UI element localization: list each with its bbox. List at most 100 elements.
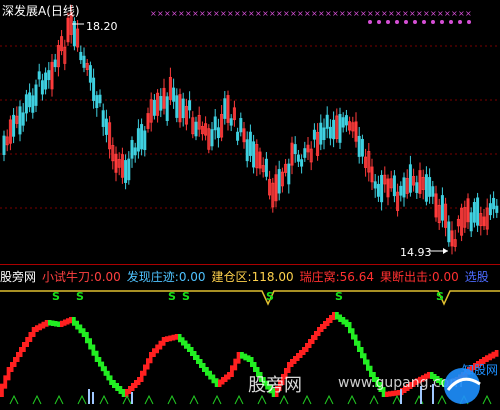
candle-body bbox=[229, 118, 233, 126]
indicator-step bbox=[214, 378, 219, 387]
candle-body bbox=[82, 55, 86, 68]
marker-x: × bbox=[325, 9, 332, 18]
indicator-step bbox=[152, 348, 156, 357]
indicator-step bbox=[115, 383, 119, 391]
marker-dot bbox=[422, 20, 426, 24]
price-chart[interactable]: × × × × × × × × × × × × × × × × × × × × × × × × × × × × × × × × × × × × × × × ×… bbox=[0, 0, 500, 264]
triangle-mark bbox=[324, 394, 334, 405]
candle-body bbox=[322, 127, 326, 141]
candle-body bbox=[72, 21, 76, 47]
indicator-step bbox=[391, 390, 395, 397]
triangle-mark bbox=[77, 394, 87, 405]
marker-dot bbox=[413, 20, 417, 24]
indicator-step bbox=[118, 386, 123, 394]
marker-dot bbox=[449, 20, 453, 24]
marker-dot bbox=[458, 20, 462, 24]
candle-body bbox=[140, 124, 144, 150]
volume-bar bbox=[400, 389, 402, 404]
marker-x: × bbox=[304, 9, 311, 18]
candle-body bbox=[332, 119, 336, 140]
candle-body bbox=[124, 160, 128, 183]
candle-body bbox=[380, 174, 384, 203]
indicator-step bbox=[357, 340, 361, 352]
marker-x: × bbox=[388, 9, 395, 18]
indicator-step bbox=[250, 357, 254, 367]
indicator-step bbox=[302, 347, 306, 355]
marker-x: × bbox=[318, 9, 325, 18]
indicator-step bbox=[19, 347, 23, 357]
indicator-step bbox=[491, 351, 496, 359]
marker-x: × bbox=[164, 9, 171, 18]
triangle-mark bbox=[99, 394, 109, 405]
marker-x: × bbox=[192, 9, 199, 18]
candle-body bbox=[24, 94, 28, 114]
indicator-step bbox=[236, 352, 241, 364]
indicator-step bbox=[35, 325, 39, 332]
triangle-mark bbox=[167, 394, 177, 405]
indicator-step bbox=[72, 317, 76, 326]
marker-dot bbox=[377, 20, 381, 24]
indicator-step bbox=[131, 383, 135, 391]
indicator-step bbox=[246, 355, 251, 362]
indicator-step bbox=[296, 353, 300, 361]
indicator-step bbox=[165, 336, 169, 342]
candle-body bbox=[495, 205, 499, 213]
candle-body bbox=[104, 118, 108, 135]
candle-body bbox=[415, 182, 419, 193]
candle-body bbox=[181, 98, 185, 119]
marker-x: × bbox=[269, 9, 276, 18]
candle-body bbox=[239, 118, 243, 133]
indicator-step bbox=[57, 321, 61, 327]
indicator-step bbox=[388, 391, 392, 397]
indicator-step bbox=[112, 380, 116, 388]
indicator-step bbox=[85, 332, 89, 344]
marker-x: × bbox=[311, 9, 318, 18]
indicator-step bbox=[25, 337, 29, 347]
indicator-step bbox=[354, 334, 358, 346]
indicator-step bbox=[211, 374, 216, 384]
indicator-step bbox=[488, 353, 492, 361]
low-arrow-head bbox=[443, 248, 448, 254]
candle-body bbox=[236, 131, 240, 141]
indicator-step bbox=[88, 338, 92, 350]
indicator-step bbox=[363, 353, 367, 365]
marker-x: × bbox=[444, 9, 451, 18]
indicator-step bbox=[332, 312, 336, 320]
indicator-step bbox=[16, 352, 20, 362]
marker-x: × bbox=[346, 9, 353, 18]
signal-line bbox=[0, 290, 500, 306]
indicator-step bbox=[202, 363, 206, 372]
marker-x: × bbox=[178, 9, 185, 18]
indicator-step bbox=[13, 357, 17, 367]
indicator-step bbox=[155, 344, 159, 354]
triangle-mark bbox=[279, 394, 289, 405]
marker-x: × bbox=[430, 9, 437, 18]
candle-body bbox=[472, 202, 476, 223]
svg-text:知股网: 知股网 bbox=[462, 363, 498, 377]
indicator-step bbox=[66, 318, 70, 325]
triangle-mark bbox=[54, 394, 64, 405]
candle-body bbox=[300, 159, 304, 167]
indicator-step bbox=[161, 337, 166, 346]
indicator-step bbox=[60, 320, 64, 327]
indicator-step bbox=[224, 374, 228, 382]
indicator-step bbox=[146, 358, 150, 370]
marker-x: × bbox=[276, 9, 283, 18]
marker-x: × bbox=[157, 9, 164, 18]
indicator-step bbox=[351, 328, 355, 340]
indicator-step bbox=[134, 380, 138, 388]
indicator-step bbox=[311, 335, 315, 344]
candle-body bbox=[216, 127, 220, 139]
candle-body bbox=[188, 100, 192, 111]
indicator-step bbox=[6, 367, 11, 381]
indicator-step bbox=[48, 320, 52, 326]
indicator-step bbox=[187, 343, 191, 352]
candle-body bbox=[376, 183, 380, 197]
triangle-mark bbox=[369, 394, 379, 405]
candle-body bbox=[53, 59, 57, 68]
marker-x: × bbox=[367, 9, 374, 18]
candle-body bbox=[130, 140, 134, 159]
indicator-step bbox=[158, 340, 163, 350]
indicator-step bbox=[140, 370, 144, 382]
chart-title: 深发展A(日线) bbox=[2, 4, 80, 18]
